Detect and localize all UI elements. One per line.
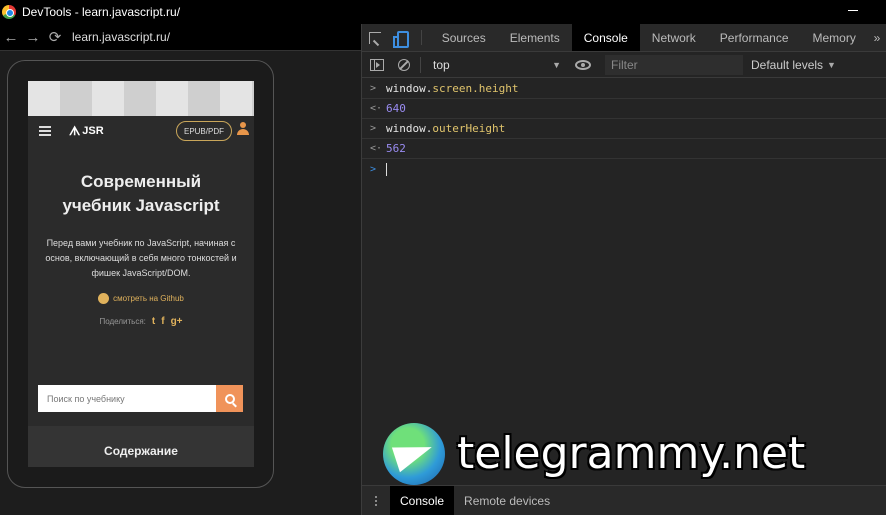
site-header: ᗑ JSR EPUB/PDF [28,116,254,146]
more-tabs-icon[interactable]: » [868,24,886,51]
tab-sources[interactable]: Sources [430,24,498,51]
hero-title-line1: Современный [80,172,202,191]
logo-text: JSR [82,125,104,137]
clear-console-icon[interactable] [398,58,410,71]
console-result-value: 562 [386,142,406,155]
console-result-line: <· 562 [362,139,886,159]
console-toolbar: top ▼ Default levels ▼ [362,52,886,78]
checker-banner [28,81,254,116]
console-sidebar-icon[interactable] [370,58,384,71]
address-url[interactable]: learn.javascript.ru/ [72,30,170,44]
share-row: Поделиться: t f g+ [28,316,254,327]
caret-down-icon: ▼ [552,59,561,70]
window-title: DevTools - learn.javascript.ru/ [22,5,181,19]
hero-description: Перед вами учебник по JavaScript, начина… [45,238,237,278]
tab-memory[interactable]: Memory [801,24,868,51]
drawer-menu-icon[interactable] [362,486,390,515]
live-expression-eye-icon[interactable] [575,59,591,70]
toolbar-divider [420,56,421,73]
google-plus-icon[interactable]: g+ [171,316,183,327]
watermark: telegrammy.net [383,423,873,485]
console-filter-input[interactable] [605,54,743,75]
github-link-text: смотреть на Github [113,294,184,303]
inspect-icon [368,31,381,44]
context-select[interactable]: top ▼ [431,55,561,75]
twitter-icon[interactable]: t [152,316,155,327]
address-bar: ← → ⟳ learn.javascript.ru/ [0,24,361,51]
device-toolbar-button[interactable] [387,24,412,51]
console-result-value: 640 [386,102,406,115]
site-search-button[interactable] [216,385,243,412]
toc-title: Содержание [104,444,178,458]
tab-elements[interactable]: Elements [498,24,572,51]
drawer-tab-console[interactable]: Console [390,486,455,515]
input-chevron-icon: > [370,123,377,134]
result-arrow-icon: <· [370,143,383,154]
title-bar: DevTools - learn.javascript.ru/ [0,0,886,24]
github-link[interactable]: смотреть на Github [28,293,254,304]
inspect-element-button[interactable] [362,24,387,51]
devtools-tabbar: Sources Elements Console Network Perform… [362,24,886,52]
console-result-line: <· 640 [362,99,886,119]
device-frame: ᗑ JSR EPUB/PDF Современный учебник Javas… [7,60,274,488]
tab-network[interactable]: Network [640,24,708,51]
forward-arrow-icon[interactable]: → [22,29,44,46]
console-input-line: > window.outerHeight [362,119,886,139]
tab-divider [420,30,422,45]
logo-mark-icon: ᗑ [69,123,81,138]
tab-performance[interactable]: Performance [708,24,801,51]
reload-icon[interactable]: ⟳ [44,28,66,46]
site-search [38,385,243,412]
minimize-icon[interactable] [848,10,858,11]
watermark-text: telegrammy.net [457,428,806,479]
result-arrow-icon: <· [370,103,383,114]
hero-title-line2: учебник Javascript [62,196,220,215]
device-toggle-icon [393,30,410,48]
prompt-chevron-icon: > [370,163,377,175]
console-expression: window.screen.height [386,82,519,95]
log-levels-dropdown[interactable]: Default levels ▼ [751,58,836,72]
chrome-app-icon [2,5,16,19]
device-preview-pane: ← → ⟳ learn.javascript.ru/ ᗑ JSR EPUB/PD… [0,24,361,515]
user-icon[interactable] [237,122,249,136]
facebook-icon[interactable]: f [161,316,164,327]
drawer-tab-remote-devices[interactable]: Remote devices [454,486,560,515]
log-levels-label: Default levels [751,57,824,72]
telegram-logo-icon [383,423,445,485]
input-chevron-icon: > [370,83,377,94]
epub-pdf-button[interactable]: EPUB/PDF [175,121,232,141]
context-value: top [433,57,450,72]
github-icon [98,293,110,304]
console-expression: window.outerHeight [386,122,506,135]
site-logo[interactable]: ᗑ JSR [69,124,104,139]
text-cursor [386,162,387,176]
caret-down-icon: ▼ [827,59,836,70]
device-screen[interactable]: ᗑ JSR EPUB/PDF Современный учебник Javas… [28,81,254,467]
tab-console[interactable]: Console [571,24,640,51]
hero-section: Современный учебник Javascript Перед вам… [28,146,254,327]
share-label: Поделиться: [99,317,146,326]
site-search-input[interactable] [38,385,216,412]
back-arrow-icon[interactable]: ← [0,29,22,46]
devtools-drawer: Console Remote devices [362,485,886,515]
search-icon [224,393,235,404]
console-input-line: > window.screen.height [362,79,886,99]
hamburger-menu-icon[interactable] [39,126,51,136]
hero-title: Современный учебник Javascript [28,170,254,218]
console-prompt-line[interactable]: > [362,159,886,179]
